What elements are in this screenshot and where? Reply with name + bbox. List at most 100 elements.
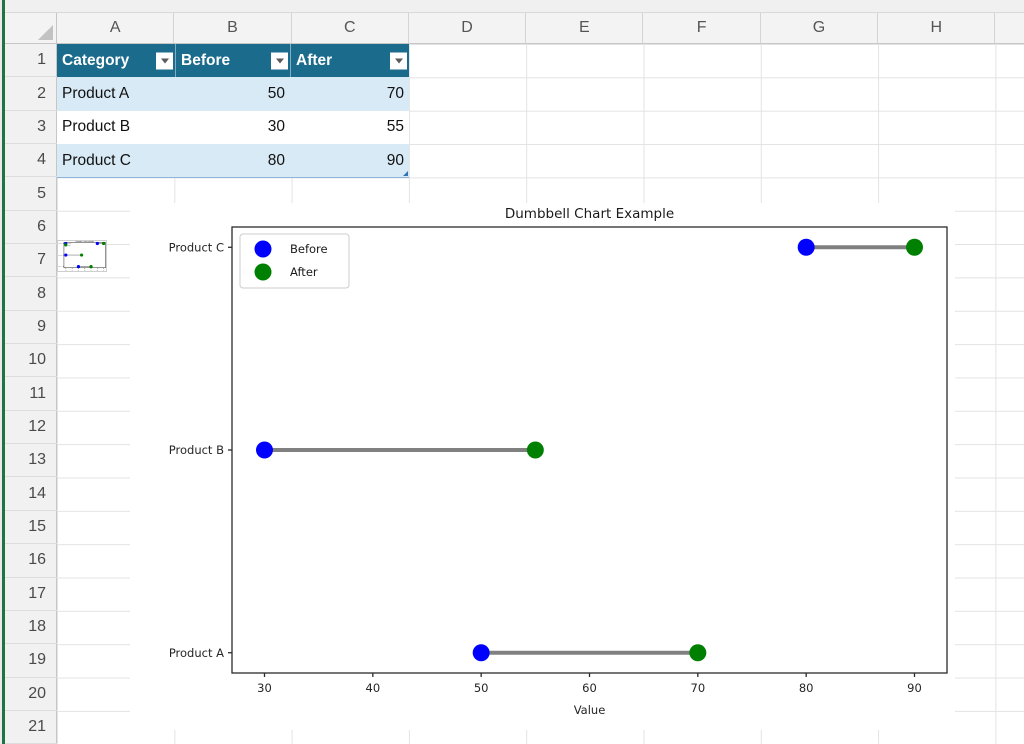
cell-C3[interactable]: 55 — [290, 111, 409, 144]
cell-B1-before-header[interactable]: Before — [175, 44, 290, 77]
before-marker — [473, 644, 490, 661]
chart-title: Dumbbell Chart Example — [75, 241, 94, 243]
table-row: Product B 30 55 — [57, 111, 409, 144]
excel-worksheet: ABCDEFGH 1234567891011121314151617181920… — [0, 0, 1024, 744]
formula-bar-bottom-strip — [5, 0, 1024, 13]
y-tick-label: Product B — [58, 253, 62, 256]
x-tick-label: 90 — [907, 681, 922, 695]
legend-label-before: Before — [290, 242, 328, 256]
cell-A4[interactable]: Product C — [57, 144, 175, 177]
table-header-row: Category Before After — [57, 44, 409, 77]
x-tick-label: 90 — [103, 270, 105, 271]
legend-marker-after — [255, 264, 272, 281]
row-header-16[interactable]: 16 — [5, 544, 57, 577]
row-header-21[interactable]: 21 — [5, 711, 57, 744]
table-row: Product A 50 70 — [57, 77, 409, 110]
cell-B2[interactable]: 50 — [175, 77, 290, 110]
after-filter-button[interactable] — [390, 52, 407, 69]
row-header-18[interactable]: 18 — [5, 611, 57, 644]
after-marker — [80, 253, 83, 256]
row-header-7[interactable]: 7 — [5, 244, 57, 277]
column-header-C[interactable]: C — [292, 13, 409, 43]
row-header-8[interactable]: 8 — [5, 277, 57, 310]
row-header-column: 123456789101112131415161718192021 — [5, 44, 57, 744]
cell-A2[interactable]: Product A — [57, 77, 175, 110]
legend-marker-before — [255, 241, 272, 258]
row-header-11[interactable]: 11 — [5, 377, 57, 410]
column-header-D[interactable]: D — [409, 13, 526, 43]
row-header-9[interactable]: 9 — [5, 311, 57, 344]
row-header-12[interactable]: 12 — [5, 411, 57, 444]
cell-B4[interactable]: 80 — [175, 144, 290, 177]
column-header-G[interactable]: G — [761, 13, 878, 43]
x-tick-label: 30 — [65, 270, 67, 271]
x-tick-label: 80 — [799, 681, 814, 695]
x-tick-label: 60 — [582, 681, 597, 695]
after-marker — [527, 442, 544, 459]
row-header-1[interactable]: 1 — [5, 44, 57, 77]
chart-thumbnail-object[interactable]: Dumbbell Chart Example30405060708090Valu… — [57, 240, 107, 272]
after-marker — [102, 242, 105, 245]
x-axis-label: Value — [574, 703, 606, 717]
before-marker — [77, 265, 80, 268]
row-header-17[interactable]: 17 — [5, 578, 57, 611]
select-all-corner[interactable] — [5, 13, 57, 44]
table-row: Product C 80 90 — [57, 144, 409, 177]
cell-A1-category-header[interactable]: Category — [57, 44, 175, 77]
y-tick-label: Product B — [169, 443, 224, 457]
column-header-A[interactable]: A — [57, 13, 174, 43]
after-marker — [906, 239, 923, 256]
column-header-bar: ABCDEFGH — [57, 13, 1024, 44]
y-tick-label: Product C — [169, 240, 224, 254]
x-tick-label: 50 — [474, 681, 489, 695]
x-tick-label: 30 — [257, 681, 272, 695]
row-header-19[interactable]: 19 — [5, 644, 57, 677]
table-resize-handle[interactable] — [403, 171, 408, 176]
x-tick-label: 50 — [78, 270, 80, 271]
x-tick-label: 40 — [71, 270, 73, 271]
row-header-15[interactable]: 15 — [5, 511, 57, 544]
filter-dropdown-icon — [276, 58, 284, 63]
cell-A3[interactable]: Product B — [57, 111, 175, 144]
row-header-4[interactable]: 4 — [5, 144, 57, 177]
filter-dropdown-icon — [395, 58, 403, 63]
x-tick-label: 70 — [691, 681, 706, 695]
after-marker — [689, 644, 706, 661]
row-header-20[interactable]: 20 — [5, 678, 57, 711]
before-marker — [256, 442, 273, 459]
before-header-label: Before — [181, 52, 230, 70]
row-header-5[interactable]: 5 — [5, 177, 57, 210]
row-header-6[interactable]: 6 — [5, 211, 57, 244]
row-header-3[interactable]: 3 — [5, 111, 57, 144]
x-tick-label: 40 — [366, 681, 381, 695]
category-filter-button[interactable] — [156, 52, 173, 69]
before-filter-button[interactable] — [271, 52, 288, 69]
before-marker — [798, 239, 815, 256]
dumbbell-chart-image: Dumbbell Chart Example30405060708090Valu… — [130, 203, 955, 730]
column-header-H[interactable]: H — [878, 13, 995, 43]
after-marker — [89, 265, 92, 268]
embedded-dumbbell-chart[interactable]: Dumbbell Chart Example30405060708090Valu… — [130, 203, 955, 730]
chart-thumbnail-image: Dumbbell Chart Example30405060708090Valu… — [58, 241, 106, 271]
x-tick-label: 80 — [97, 270, 99, 271]
after-header-label: After — [296, 52, 332, 70]
cell-C2[interactable]: 70 — [290, 77, 409, 110]
row-header-14[interactable]: 14 — [5, 477, 57, 510]
data-table: Category Before After Product A 50 70 Pr… — [57, 44, 409, 178]
category-header-label: Category — [62, 52, 129, 70]
column-header-B[interactable]: B — [174, 13, 291, 43]
cell-C1-after-header[interactable]: After — [290, 44, 409, 77]
row-header-2[interactable]: 2 — [5, 77, 57, 110]
y-tick-label: Product C — [58, 242, 62, 245]
cell-C4[interactable]: 90 — [290, 144, 409, 177]
row-header-10[interactable]: 10 — [5, 344, 57, 377]
column-header-partial[interactable] — [995, 13, 1024, 43]
column-header-E[interactable]: E — [526, 13, 643, 43]
y-tick-label: Product A — [58, 265, 62, 268]
row-header-13[interactable]: 13 — [5, 444, 57, 477]
column-header-F[interactable]: F — [643, 13, 760, 43]
select-all-triangle-icon — [38, 25, 53, 40]
x-tick-label: 70 — [90, 270, 92, 271]
filter-dropdown-icon — [161, 58, 169, 63]
cell-B3[interactable]: 30 — [175, 111, 290, 144]
